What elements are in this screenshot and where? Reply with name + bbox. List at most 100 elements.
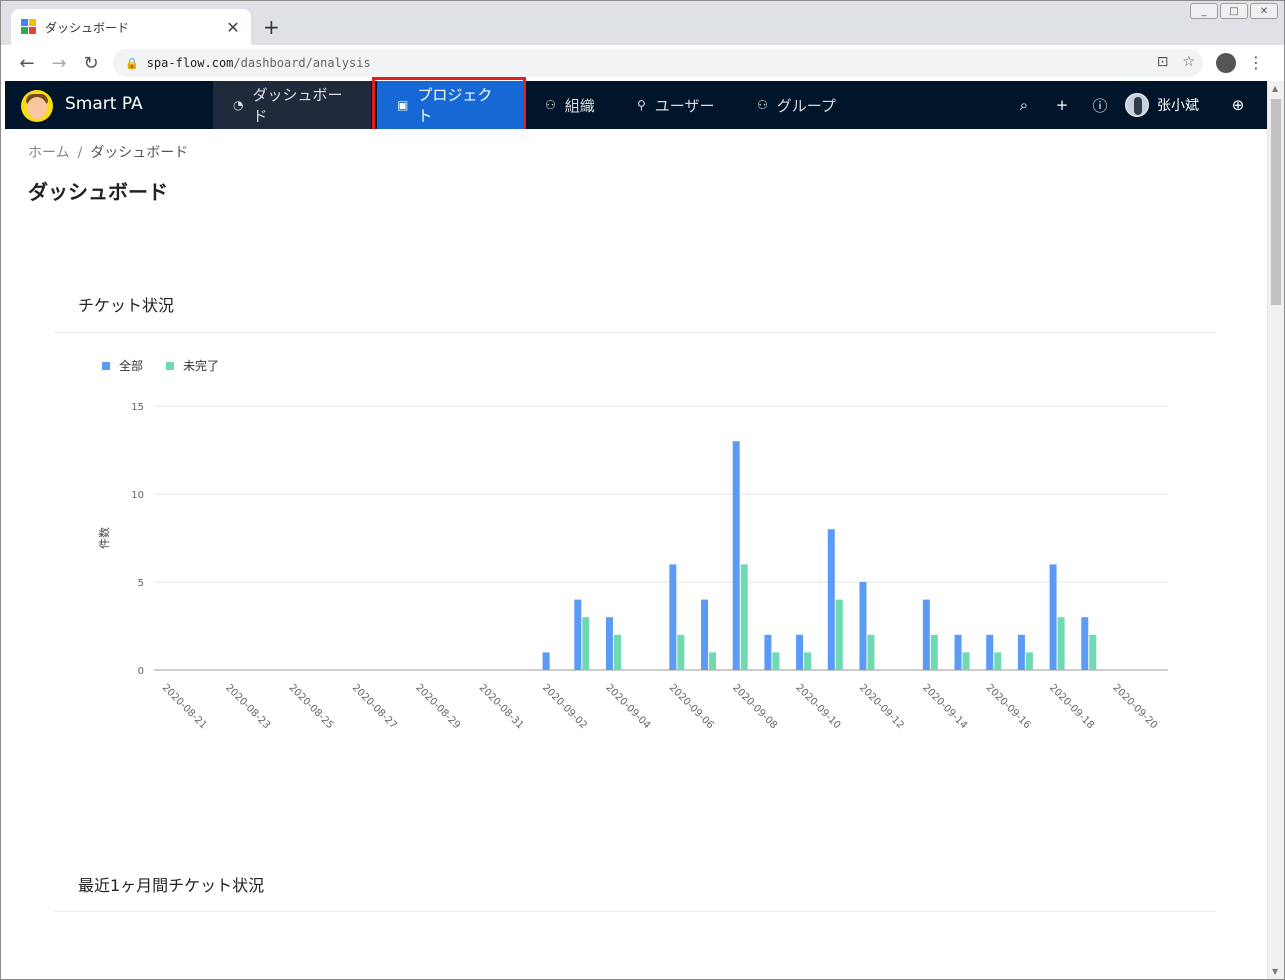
tab-close-icon[interactable]: ✕ [225,18,241,37]
x-tick-label: 2020-08-27 [350,682,399,731]
window-close-button[interactable]: ✕ [1250,3,1278,19]
bar-all [796,634,804,670]
bar-all [859,582,867,670]
bar-all [701,599,709,670]
y-axis-label: 件数 [98,527,111,549]
y-tick-label: 0 [138,666,144,677]
bar-all [732,441,740,670]
bar-open [867,634,875,670]
x-tick-label: 2020-09-02 [540,682,589,731]
bar-open [804,652,812,670]
x-tick-label: 2020-09-08 [730,682,779,731]
nav-organization[interactable]: ⚇ 組織 [525,81,615,129]
bar-all [1049,564,1057,670]
browser-menu-icon[interactable]: ⋮ [1248,53,1264,72]
bar-open [613,634,621,670]
reload-icon[interactable]: ↻ [75,53,107,74]
globe-icon[interactable]: ⊕ [1219,96,1257,114]
x-tick-label: 2020-09-06 [667,682,716,731]
browser-window: ダッシュボード ✕ + _ □ ✕ ← → ↻ 🔒 spa-flow.com/d… [0,0,1285,980]
url-path: /dashboard/analysis [233,56,371,70]
x-tick-label: 2020-08-31 [477,682,526,731]
url-host: spa-flow.com [146,56,234,70]
page-title: ダッシュボード [28,180,168,204]
bar-all [827,529,835,670]
scroll-up-icon[interactable]: ▲ [1272,84,1278,93]
scrollbar-thumb[interactable] [1271,99,1281,305]
active-nav-highlight [372,77,526,133]
nav-dashboard-label: ダッシュボード [252,86,343,125]
ticket-status-card: チケット状況 0 5 10 15 件数 2020-08-21 2020-08-23 2020-… [30,252,1241,804]
bar-all [764,634,772,670]
browser-tab[interactable]: ダッシュボード ✕ [11,9,251,45]
bar-open [772,652,780,670]
nav-user-label: ユーザー [654,96,715,115]
bar-all [1081,617,1089,670]
y-tick-label: 5 [138,578,144,589]
card-divider [54,911,1217,912]
forward-arrow-icon[interactable]: → [43,53,75,74]
legend-swatch [102,362,110,370]
legend-swatch [166,362,174,370]
breadcrumb-home[interactable]: ホーム [28,145,70,161]
recent-month-card: 最近1ヶ月間チケット状況 [30,831,1241,971]
bar-all [605,617,613,670]
scroll-down-icon[interactable]: ▼ [1272,967,1278,976]
card-title: 最近1ヶ月間チケット状況 [78,876,265,895]
bar-all [986,634,994,670]
vertical-scrollbar[interactable]: ▲ ▼ [1267,81,1284,979]
nav-group-label: グループ [776,96,836,115]
bar-all [542,652,550,670]
tab-strip: ダッシュボード ✕ + _ □ ✕ [1,1,1284,45]
bar-open [962,652,970,670]
tab-title: ダッシュボード [45,20,130,35]
nav-user[interactable]: ⚲ ユーザー [617,81,735,129]
legend-label: 未完了 [183,358,219,373]
window-controls: _ □ ✕ [1190,3,1278,19]
bar-open [582,617,590,670]
x-tick-label: 2020-08-23 [223,682,272,731]
bar-all [922,599,930,670]
group-icon: ⚇ [757,98,768,112]
url-text: spa-flow.com/dashboard/analysis [147,56,371,70]
bar-all [574,599,582,670]
x-tick-label: 2020-09-12 [857,682,906,731]
browser-toolbar: ← → ↻ 🔒 spa-flow.com/dashboard/analysis … [1,45,1284,81]
x-tick-label: 2020-09-18 [1047,682,1096,731]
x-tick-label: 2020-09-16 [984,682,1033,731]
bar-open [1025,652,1033,670]
new-tab-button[interactable]: + [263,15,280,39]
user-icon: ⚲ [637,98,646,112]
bookmark-star-icon[interactable]: ☆ [1182,54,1195,70]
nav-dashboard[interactable]: ◔ ダッシュボード [213,81,371,129]
x-tick-label: 2020-08-25 [286,682,335,731]
breadcrumb-current: ダッシュボード [90,145,189,161]
ticket-bar-chart: 0 5 10 15 件数 2020-08-21 2020-08-23 2020-08-25 20… [98,358,1168,731]
search-icon[interactable]: ⌕ [1005,96,1043,114]
app-name[interactable]: Smart PA [65,94,143,114]
maximize-button[interactable]: □ [1220,3,1248,19]
plus-icon[interactable]: + [1043,96,1081,114]
avatar[interactable] [1125,93,1149,117]
bar-open [677,634,685,670]
address-bar[interactable]: 🔒 spa-flow.com/dashboard/analysis ⊡ ☆ [113,49,1203,77]
x-tick-label: 2020-09-14 [920,682,969,731]
bar-all [669,564,677,670]
bar-open [740,564,748,670]
nav-group[interactable]: ⚇ グループ [737,81,856,129]
gauge-icon: ◔ [233,98,244,112]
breadcrumb-separator: / [77,145,83,161]
minimize-button[interactable]: _ [1190,3,1218,19]
page-header: ホーム / ダッシュボード ダッシュボード [5,129,1267,227]
username[interactable]: 张小斌 [1157,95,1199,115]
breadcrumb: ホーム / ダッシュボード [28,142,188,162]
lock-icon: 🔒 [125,56,139,70]
back-arrow-icon[interactable]: ← [11,53,43,74]
translate-icon[interactable]: ⊡ [1157,54,1169,70]
bar-open [1089,634,1097,670]
profile-icon[interactable] [1216,53,1236,73]
help-icon[interactable]: ⓘ [1081,95,1119,116]
x-tick-label: 2020-09-10 [793,682,842,731]
logo-icon[interactable] [21,90,53,122]
header-actions: ⌕ + ⓘ 张小斌 ⊕ [1005,81,1267,129]
